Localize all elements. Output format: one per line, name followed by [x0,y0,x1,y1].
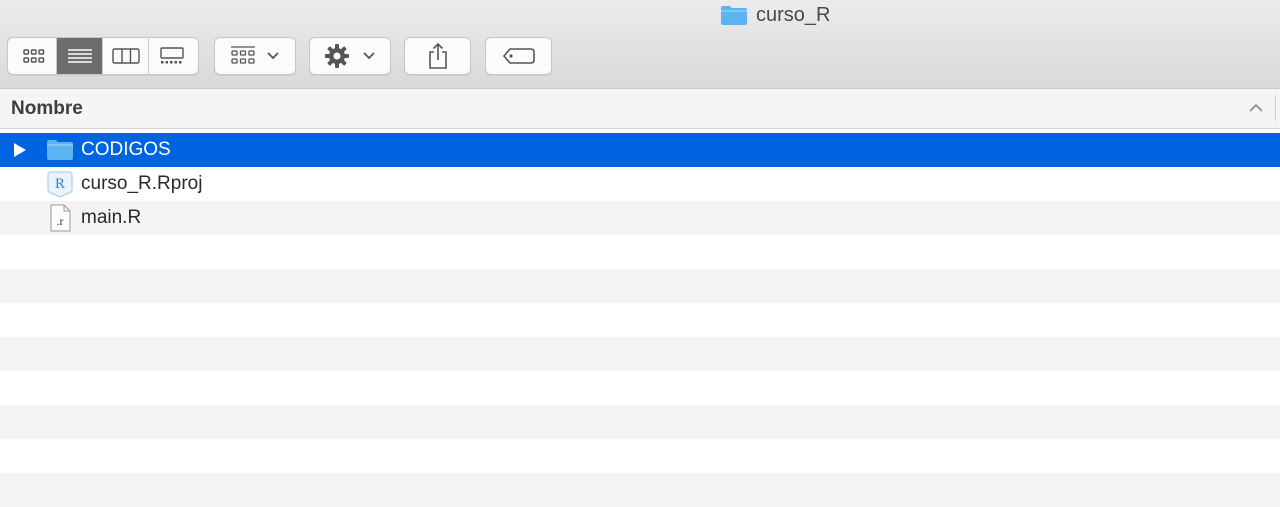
empty-row [0,371,1280,405]
list-icon [67,49,92,63]
file-list: CODIGOS R curso_R.Rproj .r main.R [0,133,1280,507]
empty-row [0,337,1280,371]
empty-row [0,269,1280,303]
tags-button[interactable] [485,37,552,75]
share-icon [428,42,447,69]
icon-view-button[interactable] [11,38,57,74]
grid-icon [22,49,44,63]
list-item[interactable]: .r main.R [0,201,1280,235]
rproj-file-icon: R [47,171,73,198]
sort-ascending-icon[interactable] [1248,102,1264,114]
list-item[interactable]: R curso_R.Rproj [0,167,1280,201]
chevron-down-icon [267,52,279,60]
column-divider[interactable] [1275,95,1276,121]
list-view-button[interactable] [57,38,103,74]
empty-row [0,405,1280,439]
finder-toolbar: curso_R [0,0,1280,89]
gallery-icon [160,47,184,64]
gear-icon [325,44,349,68]
gallery-view-button[interactable] [149,38,195,74]
chevron-down-icon [363,52,375,60]
file-name[interactable]: CODIGOS [81,139,171,161]
column-header[interactable]: Nombre [0,89,1280,129]
empty-row [0,473,1280,507]
list-item[interactable]: CODIGOS [0,133,1280,167]
empty-row [0,303,1280,337]
name-column-header[interactable]: Nombre [11,98,83,120]
window-title-text: curso_R [756,3,831,26]
share-button[interactable] [404,37,471,75]
tag-icon [502,48,535,64]
window-title: curso_R [720,2,830,28]
view-mode-segmented-control[interactable] [7,37,199,75]
disclosure-triangle-icon[interactable] [13,142,27,158]
svg-text:R: R [55,176,65,192]
grid-group-icon [231,46,255,64]
file-name[interactable]: curso_R.Rproj [81,173,202,195]
group-by-button[interactable] [214,37,296,75]
folder-icon [721,6,747,25]
file-name[interactable]: main.R [81,207,141,229]
folder-icon [47,140,73,160]
column-view-button[interactable] [103,38,149,74]
r-script-file-icon: .r [50,204,71,232]
empty-row [0,235,1280,269]
svg-text:.r: .r [57,214,64,228]
action-menu-button[interactable] [309,37,391,75]
empty-row [0,439,1280,473]
columns-icon [111,48,140,64]
